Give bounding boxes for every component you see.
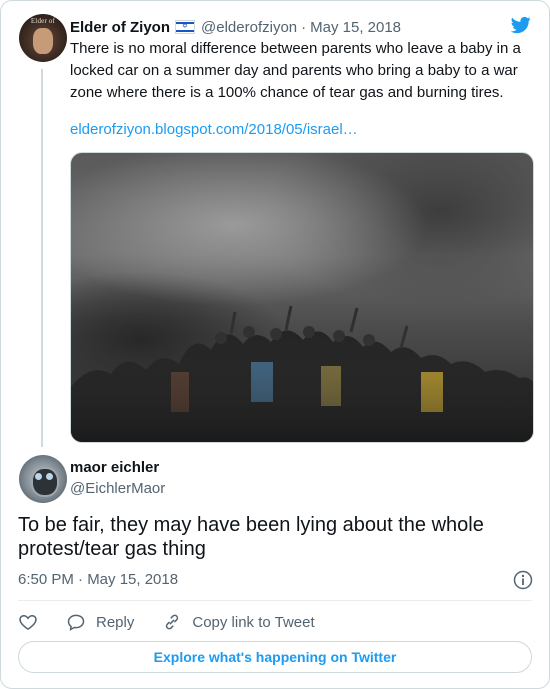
tweet-date[interactable]: May 15, 2018 — [310, 19, 401, 36]
author-name[interactable]: Elder of Ziyon — [70, 19, 170, 36]
avatar[interactable]: Elder of — [19, 14, 67, 62]
avatar[interactable] — [19, 455, 67, 503]
link-icon — [166, 614, 179, 630]
reply-label: Reply — [96, 613, 135, 631]
reply-button[interactable]: Reply — [66, 612, 134, 632]
explore-twitter-button[interactable]: Explore what's happening on Twitter — [18, 641, 532, 673]
tweet-timestamp[interactable]: 6:50 PM · May 15, 2018 — [18, 571, 178, 588]
mask-lens-left — [35, 473, 42, 480]
mask-lens-right — [46, 473, 53, 480]
quoted-tweet-text: There is no moral difference between par… — [70, 40, 521, 101]
like-button[interactable] — [18, 612, 38, 632]
quoted-tweet[interactable]: Elder of Elder of Ziyon ✡ @elderofziyon … — [1, 1, 549, 451]
info-icon[interactable] — [513, 570, 533, 590]
gas-mask — [31, 467, 59, 497]
main-tweet: maor eichler @EichlerMaor To be fair, th… — [1, 451, 549, 688]
author-handle[interactable]: @elderofziyon — [201, 19, 297, 36]
tweet-text: To be fair, they may have been lying abo… — [18, 514, 484, 560]
crowd-silhouettes — [71, 292, 533, 442]
twitter-bird-icon[interactable] — [509, 15, 533, 35]
copy-link-button[interactable]: Copy link to Tweet — [162, 612, 315, 632]
heart-icon — [19, 614, 37, 630]
quoted-tweet-header: Elder of Ziyon ✡ @elderofziyon · May 15,… — [70, 17, 401, 37]
tweet-photo[interactable] — [70, 152, 534, 443]
author-handle[interactable]: @EichlerMaor — [70, 480, 165, 497]
separator: · — [301, 18, 307, 36]
tweet-actions: Reply Copy link to Tweet — [18, 611, 343, 633]
quoted-tweet-link[interactable]: elderofziyon.blogspot.com/2018/05/israel… — [70, 120, 358, 140]
thread-line — [41, 69, 43, 447]
tweet-embed-card: Elder of Elder of Ziyon ✡ @elderofziyon … — [0, 0, 550, 689]
reply-icon — [67, 614, 85, 631]
divider — [18, 600, 532, 601]
avatar-face — [33, 28, 53, 54]
copy-link-label: Copy link to Tweet — [192, 613, 315, 631]
avatar-text: Elder of — [30, 17, 56, 25]
author-name[interactable]: maor eichler — [70, 459, 159, 476]
israel-flag-icon: ✡ — [175, 20, 196, 34]
